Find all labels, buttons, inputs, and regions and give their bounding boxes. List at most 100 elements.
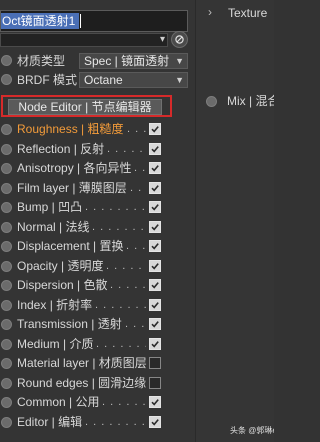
channel-checkbox[interactable] [149,357,161,369]
channel-keyframe-radio[interactable] [1,202,12,213]
channel-checkbox[interactable] [149,396,161,408]
channel-checkbox[interactable] [149,298,161,311]
channel-label: Reflection | 反射 [17,141,105,156]
channel-keyframe-radio[interactable] [1,319,12,330]
channel-keyframe-radio[interactable] [1,397,12,408]
channel-checkbox[interactable] [149,415,161,428]
node-editor-button[interactable]: Node Editor | 节点编辑器 [8,99,162,115]
channel-row[interactable]: Anisotropy | 各向异性 . . . . . . . . . . . … [0,158,190,178]
channel-label: Material layer | 材质图层 [17,356,147,370]
channel-label: Normal | 法线 [17,219,90,234]
checkmark-icon [151,165,159,172]
channel-row[interactable]: Dispersion | 色散 . . . . . . . . . . . . … [0,275,190,295]
leader-dots: . . . . . . . . . . . . . . . . . . . [134,162,146,174]
checkmark-icon [151,301,159,309]
checkmark-icon [151,262,159,270]
channel-row[interactable]: Round edges | 圆滑边缘 [0,373,190,393]
leader-dots: . . . . . . . . . . . . . . . . . . . [95,298,146,311]
channel-label: Editor | 编辑 [17,414,83,429]
channel-label: Opacity | 透明度 [17,258,104,273]
channel-row[interactable]: Medium | 介质 . . . . . . . . . . . . . . … [0,334,190,354]
channel-label: Roughness | 粗糙度 [17,122,124,136]
channel-keyframe-radio[interactable] [1,163,12,174]
channel-keyframe-radio[interactable] [1,358,12,369]
checkmark-icon [151,418,159,426]
channel-row[interactable]: Film layer | 薄膜图层 . . . . . . . . . . . … [0,178,190,198]
leader-dots: . . . . . . . . . . . . . . . . . . . [126,240,146,252]
node-editor-highlight: Node Editor | 节点编辑器 [1,95,172,117]
material-type-select[interactable]: Spec | 镜面透射 ▼ [79,53,188,69]
channel-checkbox[interactable] [149,318,161,330]
channel-label: Round edges | 圆滑边缘 [17,375,147,390]
channel-label: Index | 折射率 [17,297,93,312]
channel-keyframe-radio[interactable] [1,416,12,428]
brdf-mode-value: Octane [84,73,123,87]
channel-row[interactable]: Reflection | 反射 . . . . . . . . . . . . … [0,139,190,159]
brdf-mode-select[interactable]: Octane ▼ [79,72,188,88]
checkmark-icon [151,243,159,250]
channel-label: Transmission | 透射 [17,317,122,331]
channel-row[interactable]: Roughness | 粗糙度 . . . . . . . . . . . . … [0,119,190,139]
brdf-mode-keyframe-radio[interactable] [1,74,12,85]
channel-checkbox[interactable] [149,123,161,135]
channel-keyframe-radio[interactable] [1,280,12,291]
checkmark-icon [151,340,159,348]
channel-checkbox[interactable] [149,259,161,272]
channel-row[interactable]: Transmission | 透射 . . . . . . . . . . . … [0,314,190,334]
channel-keyframe-radio[interactable] [1,241,12,252]
channel-keyframe-radio[interactable] [1,377,12,389]
channel-keyframe-radio[interactable] [1,260,12,272]
channel-row[interactable]: Material layer | 材质图层 [0,353,190,373]
leader-dots: . . . . . . . . . . . . . . . . . . . [92,220,146,233]
mix-keyframe-radio[interactable] [206,96,217,107]
channel-checkbox[interactable] [149,337,161,350]
brdf-mode-row: BRDF 模式 Octane ▼ [0,72,190,88]
channel-row[interactable]: Normal | 法线 . . . . . . . . . . . . . . … [0,217,190,237]
node-side-panel: › Texture Mix | 混合 [195,0,274,442]
channel-row[interactable]: Editor | 编辑 . . . . . . . . . . . . . . … [0,412,190,432]
channel-row[interactable]: Common | 公用 . . . . . . . . . . . . . . … [0,392,190,412]
checkmark-icon [151,184,159,192]
pick-button[interactable] [171,31,188,48]
leader-dots: . . . . . . . . . . . . . . . . . . . [85,201,146,213]
material-type-keyframe-radio[interactable] [1,55,12,66]
channel-label: Common | 公用 [17,395,100,409]
channel-keyframe-radio[interactable] [1,124,12,135]
channel-checkbox[interactable] [149,240,161,252]
leader-dots: . . . . . . . . . . . . . . . . . . . [130,181,146,194]
checkmark-icon [151,204,159,211]
channel-label: Film layer | 薄膜图层 [17,180,127,195]
channel-row[interactable]: Bump | 凹凸 . . . . . . . . . . . . . . . … [0,197,190,217]
material-preset-dropdown[interactable]: ▾ [0,33,168,47]
checkmark-icon [151,145,159,153]
checkmark-icon [151,321,159,328]
channel-checkbox[interactable] [149,201,161,213]
leader-dots: . . . . . . . . . . . . . . . . . . . [107,142,146,155]
channel-checkbox[interactable] [149,376,161,389]
channel-row[interactable]: Opacity | 透明度 . . . . . . . . . . . . . … [0,256,190,276]
channel-label: Displacement | 置换 [17,239,124,253]
channel-label: Anisotropy | 各向异性 [17,161,132,175]
brdf-mode-label: BRDF 模式 [17,73,78,87]
material-name-selection: Oct镜面透射1 [1,13,80,29]
channel-checkbox[interactable] [149,279,161,291]
checkmark-icon [151,399,159,406]
channel-checkbox[interactable] [149,181,161,194]
channel-checkbox[interactable] [149,142,161,155]
channel-label: Medium | 介质 [17,336,94,351]
chevron-down-icon: ▼ [175,56,184,66]
channel-keyframe-radio[interactable] [1,299,12,311]
leader-dots: . . . . . . . . . . . . . . . . . . . [102,396,146,408]
channel-checkbox[interactable] [149,220,161,233]
channel-label: Dispersion | 色散 [17,278,108,292]
channel-row[interactable]: Displacement | 置换 . . . . . . . . . . . … [0,236,190,256]
channel-keyframe-radio[interactable] [1,221,12,233]
channel-row[interactable]: Index | 折射率 . . . . . . . . . . . . . . … [0,295,190,315]
mix-label: Mix | 混合 [227,94,274,108]
channel-keyframe-radio[interactable] [1,182,12,194]
material-name-field[interactable]: Oct镜面透射1 [0,10,188,32]
channel-keyframe-radio[interactable] [1,143,12,155]
channel-checkbox[interactable] [149,162,161,174]
channel-keyframe-radio[interactable] [1,338,12,350]
chevron-right-icon[interactable]: › [208,4,212,20]
